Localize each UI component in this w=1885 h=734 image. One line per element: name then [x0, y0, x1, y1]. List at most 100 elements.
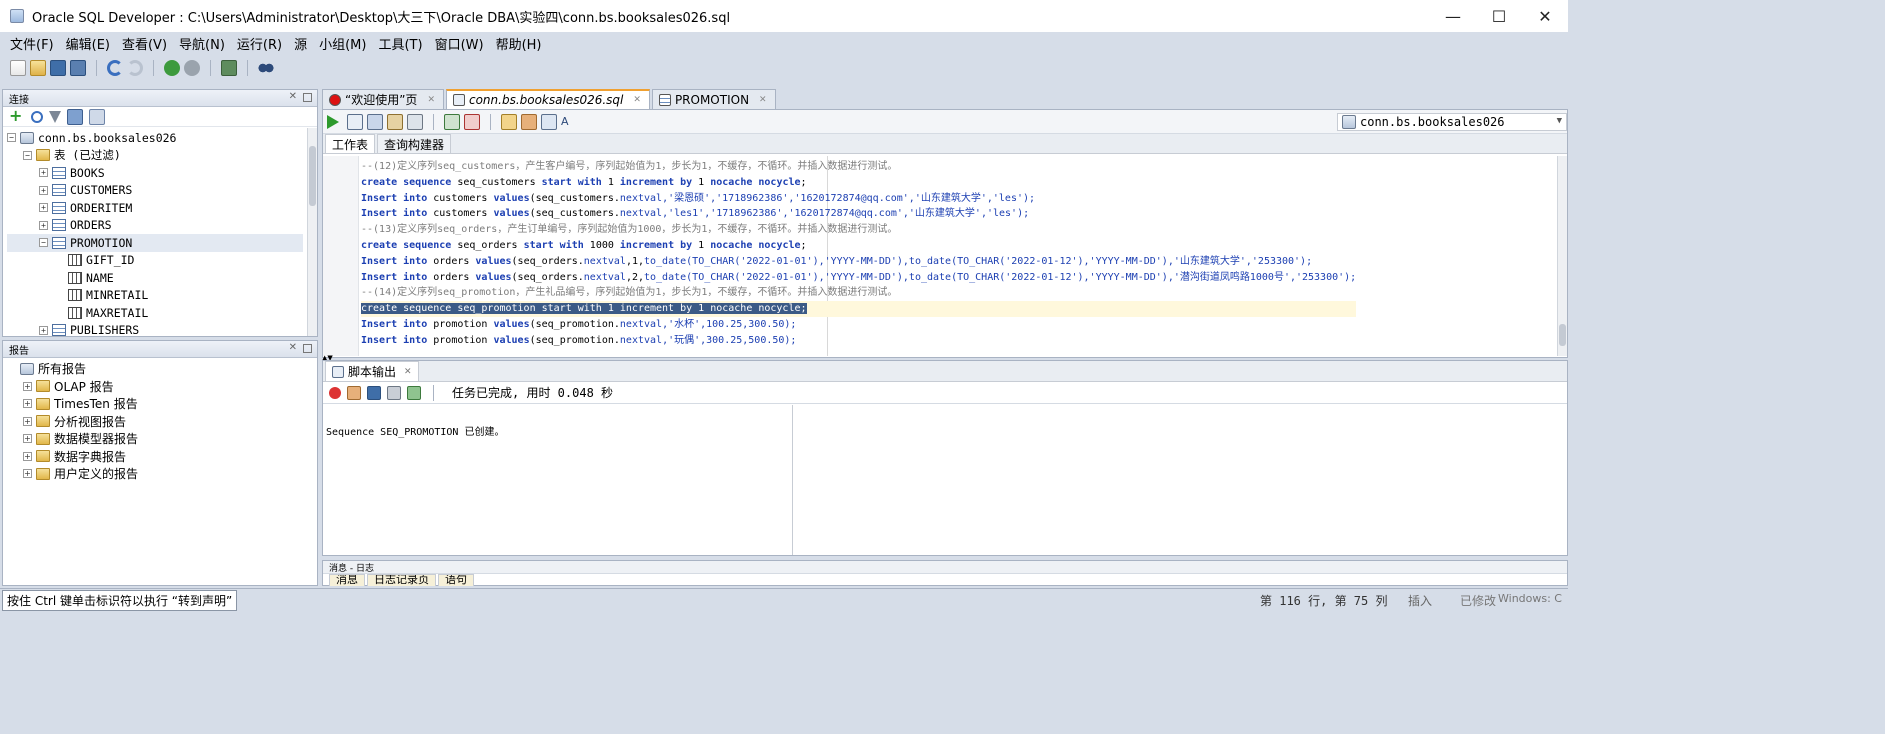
- code-line[interactable]: Insert into orders values(seq_orders.nex…: [361, 254, 1356, 270]
- tree-node[interactable]: MINRETAIL: [7, 287, 303, 305]
- tree-node[interactable]: − 表 (已过滤): [7, 147, 303, 165]
- new-file-icon[interactable]: [10, 60, 26, 76]
- document-tab[interactable]: “欢迎使用”页 ✕: [322, 89, 444, 109]
- autotrace-icon[interactable]: [367, 113, 383, 130]
- tree-node[interactable]: + TimesTen 报告: [7, 395, 307, 413]
- tree-node[interactable]: + PUBLISHERS: [7, 322, 303, 340]
- binoculars-icon[interactable]: [258, 60, 274, 76]
- connections-scrollbar[interactable]: [307, 128, 317, 336]
- tree-node[interactable]: + 分析视图报告: [7, 413, 307, 431]
- tab-query-builder[interactable]: 查询构建器: [377, 134, 452, 153]
- collapse-all-icon[interactable]: [89, 108, 105, 125]
- editor-scrollbar[interactable]: [1557, 156, 1567, 356]
- expand-icon[interactable]: +: [23, 416, 32, 426]
- tree-node[interactable]: + OLAP 报告: [7, 378, 307, 396]
- collapse-icon[interactable]: −: [7, 133, 16, 143]
- editor-scrollbar-thumb[interactable]: [1559, 324, 1566, 346]
- tree-node[interactable]: + 数据模型器报告: [7, 430, 307, 448]
- format-icon[interactable]: A: [561, 114, 577, 130]
- tab-worksheet[interactable]: 工作表: [325, 134, 376, 153]
- expand-icon[interactable]: +: [23, 451, 32, 461]
- minimize-button[interactable]: —: [1430, 0, 1476, 32]
- tree-node[interactable]: MAXRETAIL: [7, 304, 303, 322]
- menu-item[interactable]: 帮助(H): [490, 34, 548, 53]
- refresh-icon[interactable]: [31, 110, 43, 123]
- tree-node[interactable]: + BOOKS: [7, 164, 303, 182]
- expand-icon[interactable]: +: [39, 220, 48, 230]
- open-folder-icon[interactable]: [30, 60, 46, 76]
- code-line[interactable]: Insert into promotion values(seq_promoti…: [361, 317, 1356, 333]
- close-icon[interactable]: ✕: [633, 95, 641, 105]
- minimize-panel-icon[interactable]: [303, 344, 312, 353]
- sql-tuning-advisor-icon[interactable]: [407, 113, 423, 130]
- back-navigation-icon[interactable]: [164, 60, 180, 76]
- open-script-icon[interactable]: [407, 385, 421, 400]
- print-icon[interactable]: [387, 385, 401, 400]
- expand-icon[interactable]: +: [39, 185, 48, 195]
- undo-icon[interactable]: [107, 60, 123, 76]
- sql-code[interactable]: --(12)定义序列seq_customers，产生客户编号，序列起始值为1，步…: [361, 159, 1357, 349]
- expand-icon[interactable]: +: [23, 399, 32, 409]
- unshared-worksheet-icon[interactable]: [501, 113, 517, 130]
- sql-worksheet-icon[interactable]: [221, 60, 237, 76]
- close-panel-icon[interactable]: ✕: [289, 342, 297, 353]
- code-line[interactable]: --(12)定义序列seq_customers，产生客户编号，序列起始值为1，步…: [361, 159, 1356, 175]
- code-line[interactable]: Insert into customers values(seq_custome…: [361, 206, 1356, 222]
- rollback-icon[interactable]: [464, 113, 480, 130]
- tab-script-output[interactable]: 脚本输出 ✕: [325, 361, 419, 381]
- expand-icon[interactable]: +: [23, 434, 32, 444]
- menu-item[interactable]: 源: [288, 34, 313, 53]
- save-icon[interactable]: [50, 60, 66, 76]
- minimize-panel-icon[interactable]: [303, 93, 312, 102]
- menu-item[interactable]: 编辑(E): [60, 34, 116, 53]
- redo-icon[interactable]: [127, 60, 143, 76]
- collapse-icon[interactable]: −: [39, 238, 48, 248]
- tree-node[interactable]: + ORDERS: [7, 217, 303, 235]
- save-all-icon[interactable]: [70, 60, 86, 76]
- close-button[interactable]: ✕: [1522, 0, 1568, 32]
- tree-node[interactable]: − conn.bs.booksales026: [7, 129, 303, 147]
- message-log-tab[interactable]: 语句: [438, 574, 474, 586]
- clear-output-icon[interactable]: [347, 385, 361, 400]
- add-connection-icon[interactable]: +: [9, 107, 25, 125]
- code-line[interactable]: Insert into orders values(seq_orders.nex…: [361, 270, 1356, 286]
- close-icon[interactable]: ✕: [759, 95, 767, 105]
- filter-icon[interactable]: [49, 110, 61, 123]
- save-icon[interactable]: [367, 385, 381, 400]
- message-log-tab[interactable]: 日志记录页: [367, 574, 436, 586]
- close-icon[interactable]: ✕: [404, 367, 412, 377]
- expand-icon[interactable]: +: [39, 203, 48, 213]
- menu-item[interactable]: 导航(N): [173, 34, 231, 53]
- menu-item[interactable]: 小组(M): [313, 34, 372, 53]
- tree-node[interactable]: + 用户定义的报告: [7, 465, 307, 483]
- tree-node[interactable]: 所有报告: [7, 360, 307, 378]
- expand-icon[interactable]: +: [39, 168, 48, 178]
- menu-item[interactable]: 查看(V): [116, 34, 173, 53]
- code-line[interactable]: Insert into promotion values(seq_promoti…: [361, 333, 1356, 349]
- connection-selector[interactable]: conn.bs.booksales026 ▼: [1337, 113, 1567, 131]
- menu-item[interactable]: 窗口(W): [429, 34, 490, 53]
- code-line[interactable]: --(14)定义序列seq_promotion，产生礼品编号，序列起始值为1，步…: [361, 285, 1356, 301]
- pin-icon[interactable]: [329, 386, 341, 399]
- expand-icon[interactable]: +: [23, 381, 32, 391]
- forward-navigation-icon[interactable]: [184, 60, 200, 76]
- document-tab[interactable]: PROMOTION ✕: [651, 89, 776, 109]
- expand-icon[interactable]: +: [23, 469, 32, 479]
- explain-plan-icon[interactable]: [387, 113, 403, 130]
- code-line[interactable]: create sequence seq_orders start with 10…: [361, 238, 1356, 254]
- maximize-button[interactable]: ☐: [1476, 0, 1522, 32]
- commit-icon[interactable]: [444, 113, 460, 130]
- code-line[interactable]: --(13)定义序列seq_orders，产生订单编号，序列起始值为1000，步…: [361, 222, 1356, 238]
- run-statement-icon[interactable]: [327, 114, 339, 129]
- menu-item[interactable]: 文件(F): [4, 34, 60, 53]
- clear-icon[interactable]: [521, 113, 537, 130]
- code-line[interactable]: Insert into customers values(seq_custome…: [361, 191, 1356, 207]
- code-line[interactable]: create sequence seq_promotion start with…: [361, 301, 1357, 317]
- script-output-body[interactable]: Sequence SEQ_PROMOTION 已创建。: [323, 405, 1567, 555]
- expand-icon[interactable]: +: [39, 325, 48, 335]
- document-tab[interactable]: conn.bs.booksales026.sql ✕: [445, 89, 650, 109]
- menu-item[interactable]: 运行(R): [231, 34, 288, 53]
- collapse-icon[interactable]: −: [23, 150, 32, 160]
- tree-node[interactable]: + CUSTOMERS: [7, 182, 303, 200]
- code-line[interactable]: create sequence seq_customers start with…: [361, 175, 1356, 191]
